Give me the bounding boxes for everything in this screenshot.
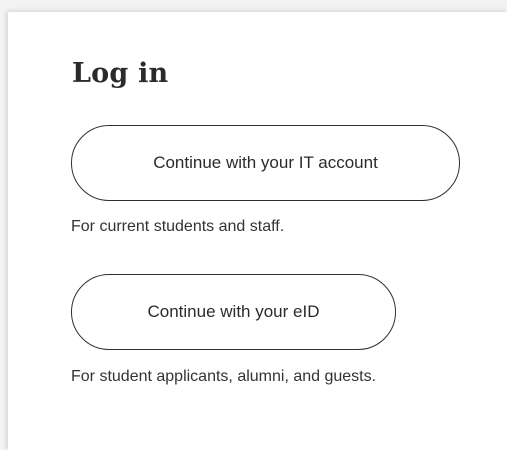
continue-eid-button[interactable]: Continue with your eID [71,274,396,350]
page: Log in Continue with your IT account For… [0,0,507,450]
continue-it-account-label: Continue with your IT account [153,153,378,172]
eid-description: For student applicants, alumni, and gues… [71,368,377,385]
continue-eid-label: Continue with your eID [147,302,320,321]
login-card: Log in Continue with your IT account For… [8,12,507,450]
it-account-description: For current students and staff. [71,218,285,235]
page-title: Log in [72,58,169,89]
continue-it-account-button[interactable]: Continue with your IT account [71,125,460,201]
